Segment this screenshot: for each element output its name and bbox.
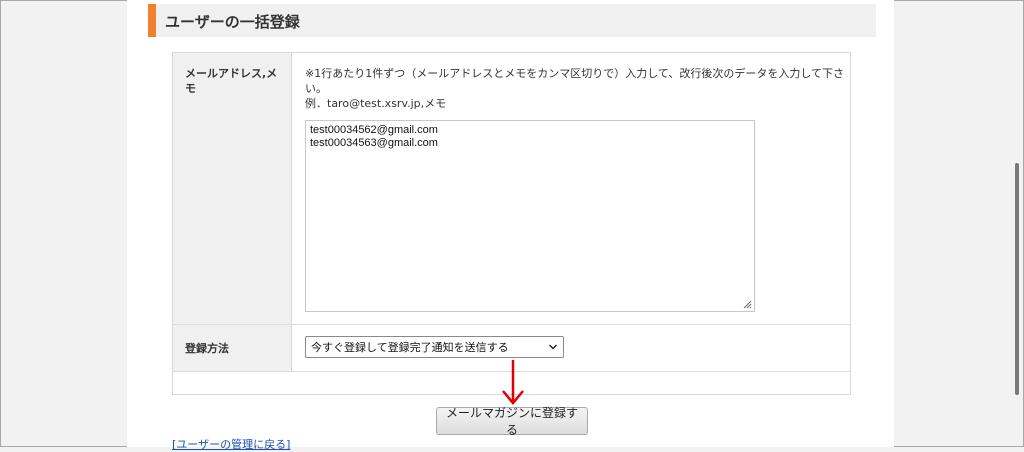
email-instructions: ※1行あたり1件ずつ（メールアドレスとメモをカンマ区切りで）入力して、改行後次の… (305, 66, 845, 111)
subscribe-button[interactable]: メールマガジンに登録する (436, 406, 588, 437)
example-text: 例．taro@test.xsrv.jp,メモ (305, 97, 447, 110)
scrollbar-thumb[interactable] (1015, 163, 1019, 395)
instruction-line: ※1行あたり1件ずつ（メールアドレスとメモをカンマ区切りで）入力して、改行後次の… (305, 67, 845, 80)
instruction-line: い。 (305, 82, 327, 95)
textarea-line: test00034562@gmail.com (310, 124, 438, 136)
registration-method-label: 登録方法 (185, 342, 229, 355)
email-list-textarea[interactable]: test00034562@gmail.com test00034563@gmai… (305, 120, 755, 312)
textarea-line: test00034563@gmail.com (310, 137, 438, 149)
section-accent-bar (148, 4, 156, 37)
section-title: ユーザーの一括登録 (165, 13, 300, 31)
resize-grip-icon[interactable] (743, 300, 752, 309)
email-memo-label: メールアドレス,メ モ (185, 67, 278, 95)
select-value: 今すぐ登録して登録完了通知を送信する (311, 341, 509, 354)
back-to-users-link[interactable]: [ユーザーの管理に戻る] (172, 436, 290, 452)
chevron-down-icon (549, 344, 557, 350)
row-divider (173, 324, 850, 325)
arrow-down-icon (502, 360, 524, 405)
registration-method-select[interactable]: 今すぐ登録して登録完了通知を送信する (305, 336, 564, 358)
